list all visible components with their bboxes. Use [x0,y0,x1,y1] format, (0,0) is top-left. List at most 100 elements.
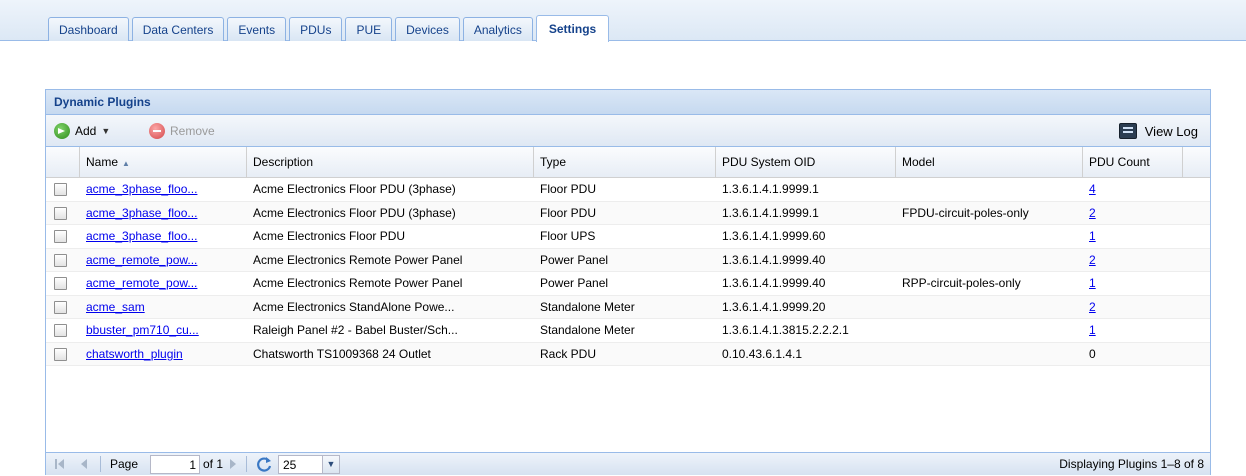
cell-oid: 1.3.6.1.4.1.9999.40 [722,276,826,290]
log-icon [1118,123,1137,139]
next-page-icon[interactable] [227,456,239,472]
sort-ascending-icon: ▲ [122,159,130,168]
plugin-name-link[interactable]: acme_3phase_floo... [86,229,197,243]
cell-oid: 1.3.6.1.4.1.9999.1 [722,182,819,196]
pdu-count-link[interactable]: 1 [1089,229,1096,243]
first-page-icon[interactable] [54,456,66,472]
refresh-icon[interactable] [255,455,273,473]
cell-count: 2 [1083,202,1183,225]
cell-oid: 1.3.6.1.4.1.9999.20 [722,299,826,314]
plugin-name-link[interactable]: acme_remote_pow... [86,253,197,267]
column-header-label: PDU System OID [722,155,816,169]
cell-model [896,343,1083,366]
plugin-name-link[interactable]: chatsworth_plugin [86,347,183,361]
plugin-name-link[interactable]: acme_3phase_floo... [86,206,197,220]
view-log-button[interactable]: View Log [1118,121,1198,141]
table-row[interactable]: acme_remote_pow... Acme Electronics Remot… [46,272,1210,296]
tab-settings[interactable]: Settings [535,15,610,42]
row-checkbox[interactable] [54,277,67,290]
page-label: Page [110,457,139,471]
page-size-select[interactable]: 25 ▼ [278,455,340,474]
row-checkbox[interactable] [54,324,67,337]
chevron-down-icon[interactable]: ▼ [322,456,339,473]
cell-type: Standalone Meter [540,323,635,337]
tab-data-centers[interactable]: Data Centers [131,17,225,41]
tab-events[interactable]: Events [227,17,287,41]
plugin-name-link[interactable]: acme_remote_pow... [86,276,197,290]
cell-oid: 1.3.6.1.4.1.3815.2.2.2.1 [722,323,849,337]
table-row[interactable]: chatsworth_plugin Chatsworth TS1009368 24… [46,342,1210,366]
remove-icon [149,123,165,139]
grid-toolbar: Add ▼ Remove View Log [46,115,1210,147]
prev-page-icon[interactable] [78,456,90,472]
cell-name: chatsworth_plugin [80,343,247,366]
cell-model [896,225,1083,248]
table-row[interactable]: acme_3phase_floo... Acme Electronics Floo… [46,178,1210,202]
paging-separator [100,456,101,472]
row-checkbox[interactable] [54,206,67,220]
cell-count: 2 [1083,296,1183,319]
table-row[interactable]: acme_3phase_floo... Acme Electronics Floo… [46,201,1210,225]
add-button-label: Add [75,124,97,138]
plugin-name-link[interactable]: bbuster_pm710_cu... [86,323,199,337]
tab-pue[interactable]: PUE [345,17,393,41]
tab-pdus[interactable]: PDUs [289,17,343,41]
table-row[interactable]: acme_remote_pow... Acme Electronics Remot… [46,248,1210,272]
cell-description: Raleigh Panel #2 - Babel Buster/Sch... [253,323,458,337]
add-button[interactable]: Add ▼ [54,121,110,141]
cell-description: Acme Electronics Floor PDU (3phase) [253,182,456,196]
cell-name: acme_3phase_floo... [80,202,247,225]
cell-description: Acme Electronics Floor PDU (3phase) [253,205,456,220]
row-checkbox[interactable] [54,230,67,243]
plugin-name-link[interactable]: acme_3phase_floo... [86,182,197,196]
column-header-label: Name [86,155,119,169]
tab-devices[interactable]: Devices [395,17,460,41]
column-header-count[interactable]: PDU Count [1083,147,1183,178]
tab-strip: Dashboard Data Centers Events PDUs PUE Device… [48,14,610,42]
column-header-name[interactable]: Name ▲ [80,147,247,178]
paging-toolbar: Page of 1 25 ▼ Displaying Plugins 1–8 of… [45,452,1211,475]
row-checkbox[interactable] [54,347,67,361]
cell-type: Floor PDU [540,182,597,196]
row-checkbox[interactable] [54,183,67,196]
row-checkbox[interactable] [54,300,67,314]
cell-name: bbuster_pm710_cu... [80,319,247,342]
row-checkbox[interactable] [54,253,67,267]
cell-type: Rack PDU [540,346,597,361]
cell-model: RPP-circuit-poles-only [902,276,1021,290]
cell-name: acme_remote_pow... [80,272,247,295]
pdu-count-link[interactable]: 2 [1089,300,1096,314]
pdu-count-link[interactable]: 1 [1089,323,1096,337]
tab-dashboard[interactable]: Dashboard [48,17,129,41]
paging-separator [246,456,247,472]
column-header-oid[interactable]: PDU System OID [716,147,896,178]
table-row[interactable]: acme_sam Acme Electronics StandAlone Powe… [46,295,1210,319]
column-header-model[interactable]: Model [896,147,1083,178]
column-header-label: Type [540,155,567,169]
plugin-name-link[interactable]: acme_sam [86,300,145,314]
pdu-count-link[interactable]: 2 [1089,253,1096,267]
cell-count: 4 [1083,178,1183,201]
chevron-down-icon[interactable]: ▼ [101,126,110,136]
cell-description: Acme Electronics Remote Power Panel [253,252,463,267]
cell-description: Acme Electronics StandAlone Powe... [253,299,455,314]
pdu-count-link[interactable]: 4 [1089,182,1096,196]
column-header-label: PDU Count [1089,155,1150,169]
cell-description: Acme Electronics Floor PDU [253,229,406,243]
tab-analytics[interactable]: Analytics [462,17,533,41]
display-status-text: Displaying Plugins 1–8 of 8 [1059,457,1204,471]
pdu-count-link[interactable]: 2 [1089,206,1096,220]
cell-description: Acme Electronics Remote Power Panel [253,276,463,290]
cell-type: Power Panel [540,276,609,290]
cell-type: Floor PDU [540,205,597,220]
column-header-type[interactable]: Type [534,147,716,178]
cell-count: 1 [1083,272,1183,295]
pdu-count-link[interactable]: 1 [1089,276,1096,290]
cell-model [896,178,1083,201]
remove-button[interactable]: Remove [149,121,215,141]
dynamic-plugins-panel: Dynamic Plugins Add ▼ Remove View Log Na… [45,89,1211,475]
table-row[interactable]: bbuster_pm710_cu... Raleigh Panel #2 - Ba… [46,319,1210,343]
page-number-input[interactable] [150,455,200,474]
column-header-description[interactable]: Description [247,147,534,178]
table-row[interactable]: acme_3phase_floo... Acme Electronics Floo… [46,225,1210,249]
